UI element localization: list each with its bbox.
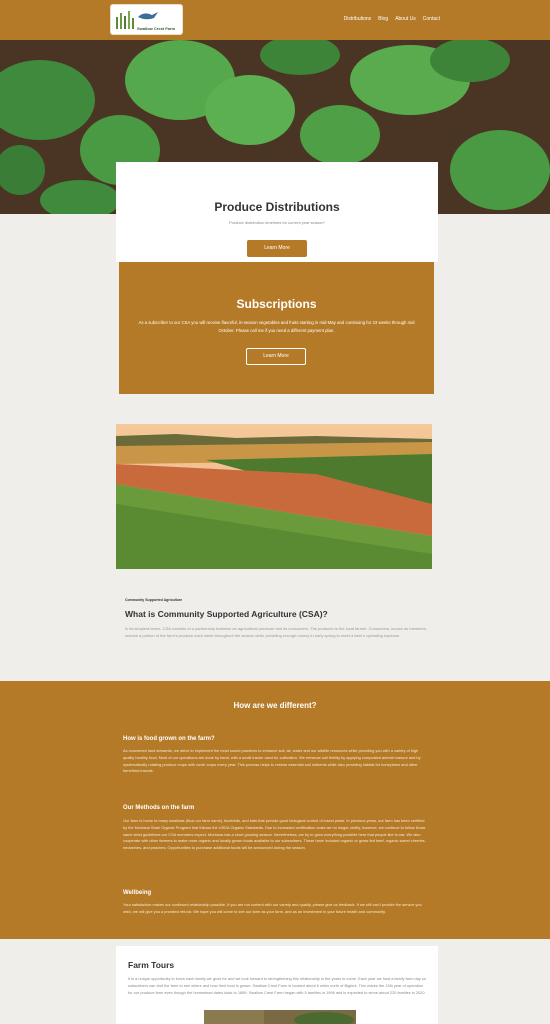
nav-about-us[interactable]: About Us xyxy=(395,16,416,22)
food-grown-text: As concerned land stewards, we strive to… xyxy=(123,748,421,774)
logo-text: Swallow Crest Farm xyxy=(137,26,176,31)
distributions-learn-more-button[interactable]: Learn More xyxy=(247,240,307,257)
farm-field-photo xyxy=(116,424,432,569)
subscriptions-text: As a subscriber to our CSA you will rece… xyxy=(138,320,415,333)
how-different-title: How are we different? xyxy=(233,701,317,710)
distributions-subtitle: Produce distribution timelines for curre… xyxy=(228,220,326,225)
farm-tours-card: Farm Tours It is a unique opportunity to… xyxy=(116,946,438,1024)
methods-heading: Our Methods on the farm xyxy=(123,805,195,811)
subscriptions-card: Subscriptions As a subscriber to our CSA… xyxy=(119,262,434,394)
subscriptions-title: Subscriptions xyxy=(236,297,317,311)
site-logo[interactable]: Swallow Crest Farm xyxy=(110,4,183,35)
site-header: Swallow Crest Farm Distributions Blog Ab… xyxy=(0,0,550,40)
nav-blog[interactable]: Blog xyxy=(378,16,388,22)
distributions-card: Produce Distributions Produce distributi… xyxy=(116,162,438,262)
csa-title: What is Community Supported Agriculture … xyxy=(125,609,328,619)
csa-eyebrow: Community Supported Agriculture xyxy=(125,598,183,602)
farm-tours-photo xyxy=(204,1010,356,1024)
wellbeing-heading: Wellbeing xyxy=(123,890,152,896)
distributions-title: Produce Distributions xyxy=(214,200,340,214)
farm-tours-title: Farm Tours xyxy=(128,960,175,970)
nav-distributions[interactable]: Distributions xyxy=(344,16,372,22)
csa-text: In its simplest terms, CSA consists of a… xyxy=(125,626,428,638)
wellbeing-text: Your satisfaction makes our continued re… xyxy=(123,902,422,914)
how-different-section: How are we different? How is food grown … xyxy=(0,681,550,939)
methods-text: Our farm is home to many swallows (thus … xyxy=(123,818,426,851)
farm-tours-text: It is a unique opportunity to know each … xyxy=(128,976,427,995)
main-nav: Distributions Blog About Us Contact xyxy=(344,16,440,22)
food-grown-heading: How is food grown on the farm? xyxy=(123,736,215,742)
subscriptions-learn-more-button[interactable]: Learn More xyxy=(246,348,306,365)
nav-contact[interactable]: Contact xyxy=(423,16,440,22)
